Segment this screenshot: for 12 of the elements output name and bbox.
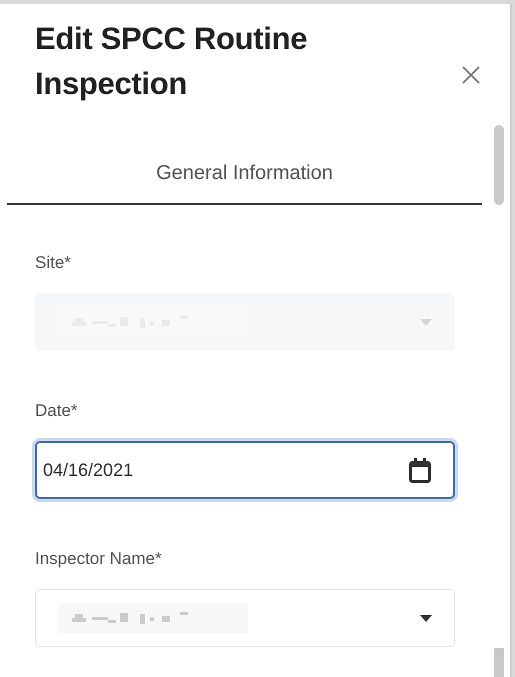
scrollbar-thumb[interactable] xyxy=(494,125,504,205)
calendar-icon[interactable] xyxy=(409,458,431,482)
caret-icon xyxy=(420,614,432,622)
field-label: Date* xyxy=(35,401,79,421)
field-label: Site* xyxy=(35,253,72,273)
scrollbar-thumb[interactable] xyxy=(494,648,504,677)
caret-icon xyxy=(420,318,432,326)
date-field[interactable]: 04/16/2021 xyxy=(35,441,455,499)
field-label: Inspector Name* xyxy=(35,549,163,569)
dialog-title: Edit SPCC Routine Inspection xyxy=(35,20,308,103)
tab[interactable]: General Information xyxy=(7,162,482,205)
select-field[interactable] xyxy=(35,589,455,647)
